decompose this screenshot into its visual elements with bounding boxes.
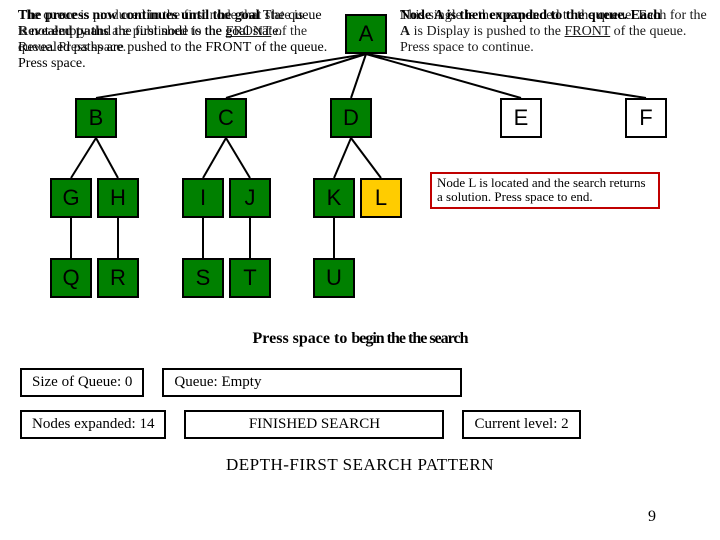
node-B: B (75, 98, 117, 138)
node-J: J (229, 178, 271, 218)
node-H: H (97, 178, 139, 218)
overlap-left-shadow: The queue is produced in the first node … (18, 8, 307, 55)
queue-contents: Queue: Empty (162, 368, 462, 397)
node-G: G (50, 178, 92, 218)
node-A: A (345, 14, 387, 54)
size-of-queue: Size of Queue: 0 (20, 368, 144, 397)
node-Q: Q (50, 258, 92, 298)
algorithm-title: DEPTH-FIRST SEARCH PATTERN (0, 455, 720, 475)
node-E: E (500, 98, 542, 138)
page-number: 9 (648, 508, 656, 526)
node-L: L (360, 178, 402, 218)
node-I: I (182, 178, 224, 218)
node-D: D (330, 98, 372, 138)
node-F: F (625, 98, 667, 138)
current-level: Current level: 2 (462, 410, 580, 439)
annotation-node-L: Node L is located and the search returns… (430, 172, 660, 209)
node-R: R (97, 258, 139, 298)
prompt-text: Press space to (253, 330, 352, 347)
nodes-expanded: Nodes expanded: 14 (20, 410, 166, 439)
finished-search: FINISHED SEARCH (184, 410, 444, 439)
overlap-right-text: This single is then expanded to the queu… (400, 8, 707, 55)
node-K: K (313, 178, 355, 218)
node-S: S (182, 258, 224, 298)
prompt-mangled: begin the the search (351, 330, 467, 347)
node-C: C (205, 98, 247, 138)
node-U: U (313, 258, 355, 298)
node-T: T (229, 258, 271, 298)
